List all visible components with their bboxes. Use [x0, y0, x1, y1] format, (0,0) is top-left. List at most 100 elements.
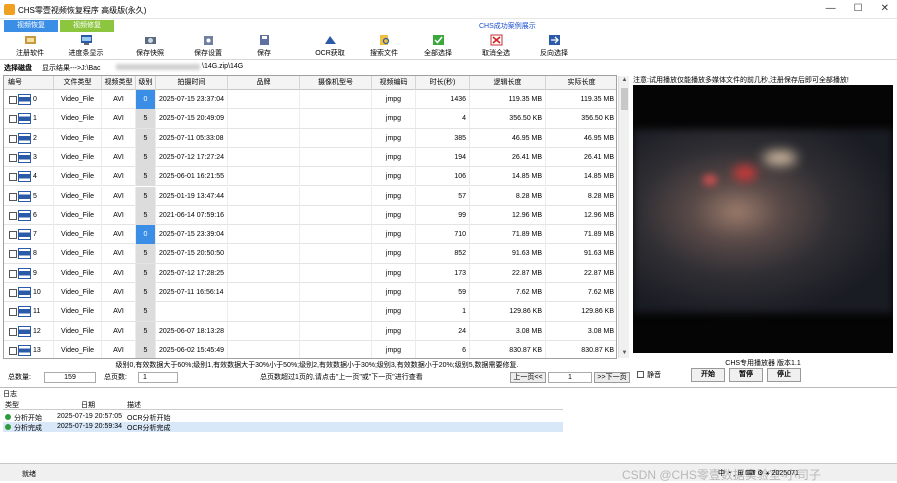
table-row[interactable]: 3 Video_File AVI 5 2025-07-12 17:27:24 jmpg 19… [4, 147, 616, 168]
row-checkbox[interactable] [9, 153, 17, 162]
cell-duration: 106 [416, 167, 470, 187]
row-number-cell: 2 [4, 128, 54, 148]
case-link[interactable]: CHS成功案例展示 [479, 21, 536, 31]
row-checkbox[interactable] [9, 173, 17, 182]
cell-model [300, 340, 372, 358]
col-shoot-time[interactable]: 拍摄时间 [156, 76, 228, 90]
row-checkbox[interactable] [9, 134, 17, 143]
invert-select-button[interactable]: 反向选择 [530, 34, 578, 60]
snapshot-button[interactable]: 保存快照 [126, 34, 174, 60]
cell-codec: jmpg [372, 147, 416, 167]
settings-save-icon [203, 36, 213, 45]
col-camera-model[interactable]: 摄像机型号 [300, 76, 372, 90]
cell-duration: 24 [416, 321, 470, 341]
cell-logical: 12.96 MB [470, 205, 546, 225]
video-file-icon [18, 306, 31, 318]
row-checkbox[interactable] [9, 115, 17, 124]
pause-button[interactable]: 暂停 [729, 368, 763, 382]
log-row[interactable]: 分析开始 2025-07-19 20:57:05 OCR分析开始 [3, 412, 563, 422]
select-all-button[interactable]: 全部选择 [414, 34, 462, 60]
col-video-type[interactable]: 视频类型 [102, 76, 136, 90]
row-checkbox[interactable] [9, 269, 17, 278]
progress-button[interactable]: 进度条显示 [62, 34, 110, 60]
scroll-down-icon[interactable]: ▼ [621, 350, 628, 357]
stop-button[interactable]: 停止 [767, 368, 801, 382]
save-button[interactable]: 保存 [240, 34, 288, 60]
log-row[interactable]: 分析完成 2025-07-19 20:59:34 OCR分析完成 [3, 422, 563, 432]
save-settings-button[interactable]: 保存设置 [184, 34, 232, 60]
cell-logical: 830.87 KB [470, 340, 546, 358]
cell-brand [228, 302, 300, 322]
play-button[interactable]: 开始 [691, 368, 725, 382]
col-file-type[interactable]: 文件类型 [54, 76, 102, 90]
table-row[interactable]: 8 Video_File AVI 5 2025-07-15 20:50:50 jmpg 85… [4, 244, 616, 264]
cell-time: 2025-07-15 20:50:50 [156, 244, 228, 264]
cancel-select-label: 取消全选 [482, 50, 510, 57]
col-codec[interactable]: 视频编码 [372, 76, 416, 90]
cell-time [156, 302, 228, 322]
cell-vtype: AVI [102, 302, 136, 322]
cell-level: 5 [136, 205, 156, 225]
tab-video-recover[interactable]: 视频恢复 [4, 20, 58, 32]
cell-time: 2025-07-15 23:37:04 [156, 90, 228, 109]
video-light-blob [763, 151, 797, 165]
search-file-button[interactable]: 搜索文件 [360, 34, 408, 60]
minimize-icon[interactable]: — [826, 3, 836, 14]
close-icon[interactable]: ✕ [881, 3, 889, 14]
table-row[interactable]: 10 Video_File AVI 5 2025-07-11 16:56:14 jmpg 5… [4, 283, 616, 303]
cell-codec: jmpg [372, 244, 416, 264]
cell-actual: 830.87 KB [546, 341, 616, 358]
table-row[interactable]: 13 Video_File AVI 5 2025-06-02 15:45:49 jmpg 6… [4, 340, 616, 358]
cell-logical: 129.86 KB [470, 302, 546, 322]
scroll-up-icon[interactable]: ▲ [621, 77, 628, 84]
cell-logical: 7.62 MB [470, 283, 546, 302]
row-checkbox[interactable] [9, 346, 17, 355]
table-row[interactable]: 4 Video_File AVI 5 2025-06-01 16:21:55 jmpg 10… [4, 167, 616, 187]
maximize-icon[interactable]: ☐ [854, 3, 863, 14]
ocr-label: OCR获取 [315, 50, 345, 57]
scroll-thumb[interactable] [621, 88, 628, 110]
col-logical-size[interactable]: 逻辑长度 [470, 76, 546, 90]
table-scrollbar[interactable]: ▲ ▼ [618, 76, 629, 358]
table-row[interactable]: 9 Video_File AVI 5 2025-07-12 17:28:25 jmpg 17… [4, 263, 616, 283]
next-page-button[interactable]: >>下一页 [594, 372, 630, 383]
ocr-button[interactable]: OCR获取 [306, 34, 354, 60]
col-level[interactable]: 级别 [136, 76, 156, 90]
col-actual-size[interactable]: 实际长度 [546, 76, 616, 90]
col-number[interactable]: 编号 [4, 76, 54, 90]
mute-box[interactable] [637, 371, 644, 378]
cell-level: 5 [136, 340, 156, 358]
register-button[interactable]: 注册软件 [6, 34, 54, 60]
table-row[interactable]: 7 Video_File AVI 0 2025-07-15 23:39:04 jmpg 71… [4, 225, 616, 245]
prev-page-button[interactable]: 上一页<< [510, 372, 546, 383]
current-page-input[interactable]: 1 [548, 372, 592, 383]
cell-actual: 356.50 KB [546, 109, 616, 128]
row-checkbox[interactable] [9, 192, 17, 201]
row-checkbox[interactable] [9, 308, 17, 317]
col-brand[interactable]: 品牌 [228, 76, 300, 90]
row-checkbox[interactable] [9, 250, 17, 259]
mute-checkbox[interactable]: 静音 [637, 370, 661, 380]
cell-time: 2025-07-11 05:33:08 [156, 128, 228, 148]
cell-model [300, 109, 372, 129]
select-disk-button[interactable]: 选择磁盘 [4, 63, 32, 73]
table-row[interactable]: 6 Video_File AVI 5 2021-06-14 07:59:16 jmpg 99… [4, 205, 616, 226]
table-row[interactable]: 12 Video_File AVI 5 2025-06-07 18:13:28 jmpg 2… [4, 321, 616, 341]
row-number: 10 [33, 289, 41, 296]
table-row[interactable]: 2 Video_File AVI 5 2025-07-11 05:33:08 jmpg 38… [4, 128, 616, 148]
row-checkbox[interactable] [9, 327, 17, 336]
tab-video-repair[interactable]: 视频修复 [60, 20, 114, 32]
col-duration[interactable]: 时长(秒) [416, 76, 470, 90]
row-checkbox[interactable] [9, 289, 17, 297]
table-row[interactable]: 11 Video_File AVI 5 jmpg 1 129.86 KB 129.86 KB [4, 302, 616, 322]
row-checkbox[interactable] [9, 96, 17, 104]
cancel-select-button[interactable]: 取消全选 [472, 34, 520, 60]
cancel-select-icon [490, 34, 502, 46]
table-row[interactable]: 0 Video_File AVI 0 2025-07-15 23:37:04 jmpg 14… [4, 90, 616, 110]
table-row[interactable]: 1 Video_File AVI 5 2025-07-15 20:49:09 jmpg 4 3… [4, 109, 616, 129]
cell-duration: 57 [416, 186, 470, 206]
row-checkbox[interactable] [9, 231, 17, 240]
table-row[interactable]: 5 Video_File AVI 5 2025-01-19 13:47:44 jmpg 57… [4, 186, 616, 206]
window-title: CHS零壹视频恢复程序 高级版(永久) [18, 6, 147, 15]
row-checkbox[interactable] [9, 211, 17, 220]
